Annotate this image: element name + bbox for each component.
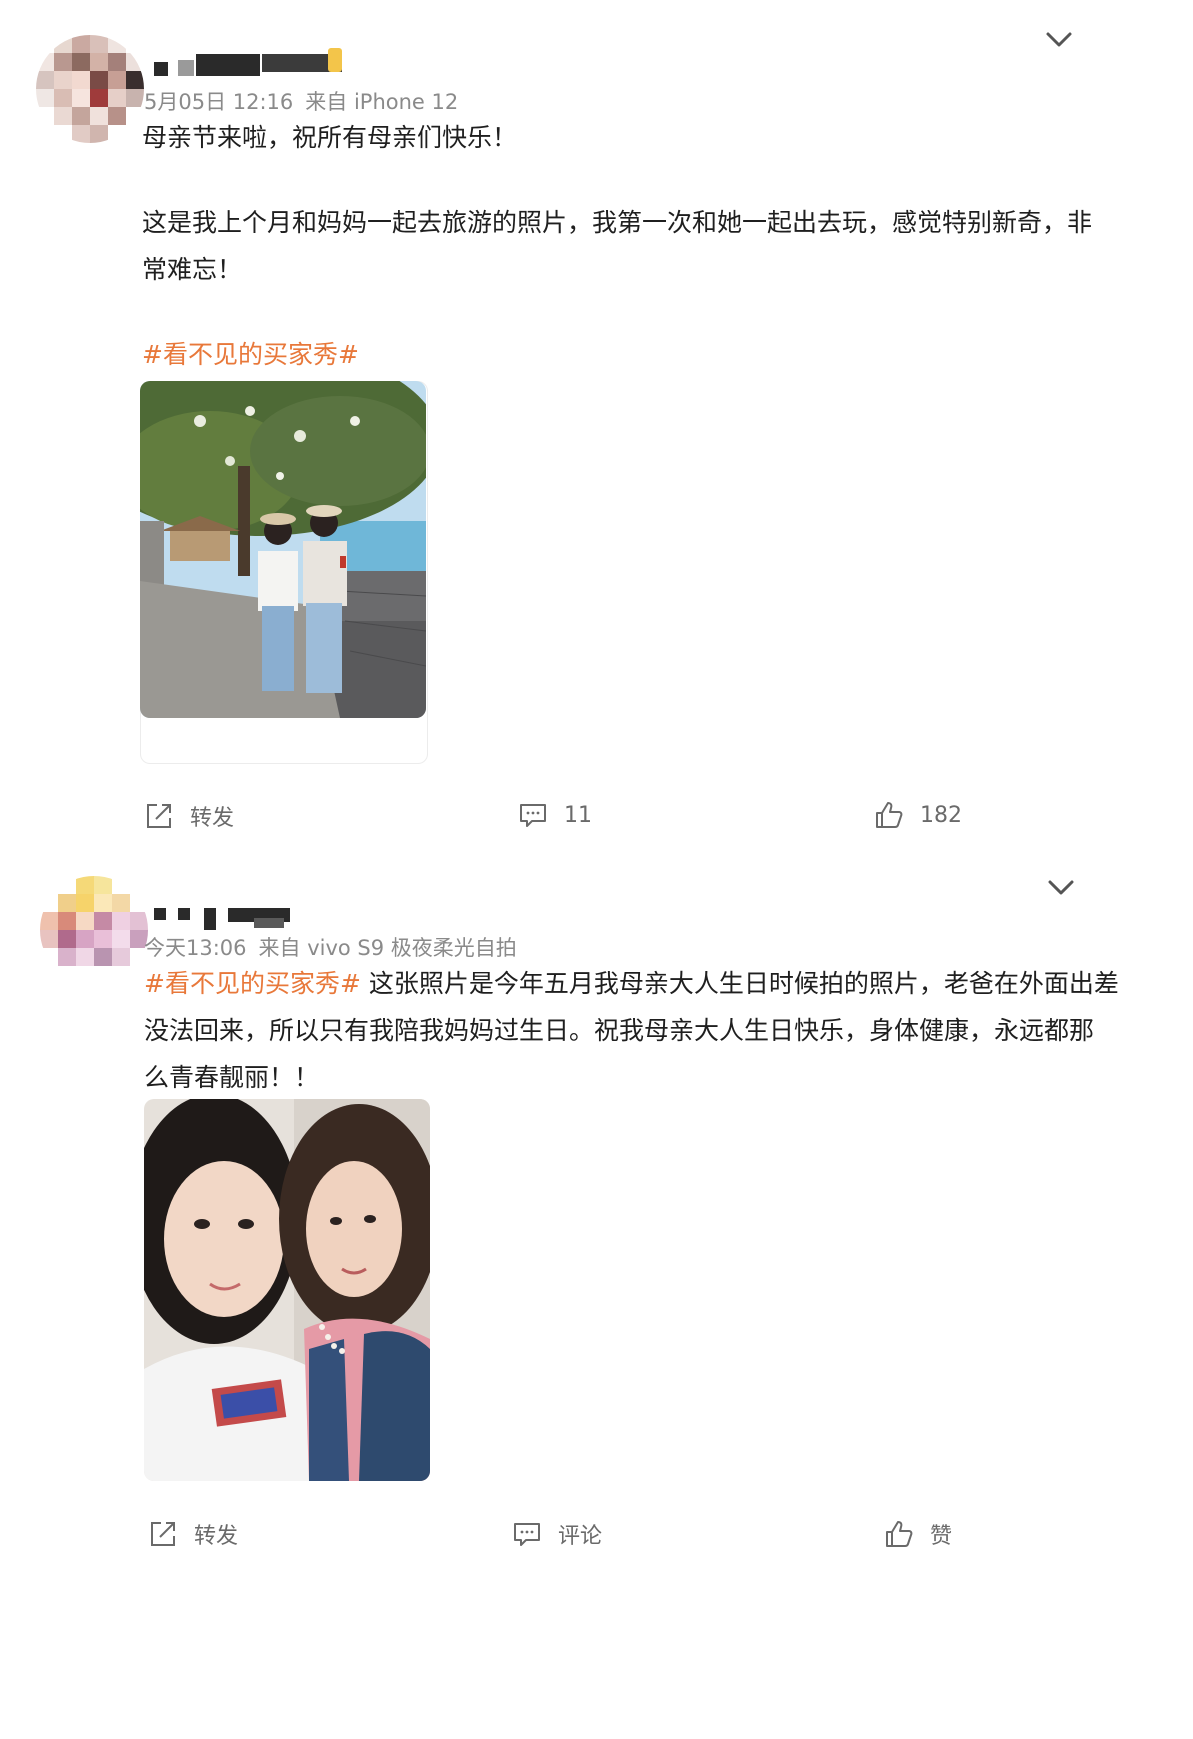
thumbs-up-icon [886, 1521, 913, 1547]
hashtag-link[interactable]: #看不见的买家秀# [142, 331, 1152, 378]
like-button[interactable]: 182 [874, 800, 962, 830]
post-photo[interactable] [140, 381, 426, 718]
comment-count: 11 [564, 802, 592, 828]
post-meta: 5月05日 12:16 来自 iPhone 12 [144, 86, 470, 116]
comment-button[interactable]: 评论 [512, 1518, 602, 1550]
like-label: 赞 [930, 1524, 953, 1549]
text-line: 母亲节来啦，祝所有母亲们快乐！ [142, 123, 518, 152]
repost-label: 转发 [190, 806, 235, 831]
avatar[interactable] [40, 876, 148, 984]
like-count: 182 [920, 802, 962, 828]
post-time: 5月05日 12:16 [144, 90, 294, 114]
repost-icon [147, 804, 171, 828]
comment-button[interactable]: 11 [518, 800, 592, 830]
avatar[interactable] [36, 35, 144, 143]
post-source: 来自 iPhone 12 [305, 90, 459, 114]
text-line: #看不见的买家秀# 这张照片是今年五月我母亲大人生日时候拍的照片，老爸在外面出差 [144, 960, 1174, 1007]
repost-label: 转发 [194, 1524, 239, 1549]
username[interactable] [150, 894, 300, 934]
hashtag-link[interactable]: #看不见的买家秀# [144, 969, 361, 998]
post-card: 今天13:06 来自 vivo S9 极夜柔光自拍 #看不见的买家秀# 这张照片是… [0, 876, 1193, 1739]
chevron-down-icon[interactable] [1042, 22, 1076, 56]
username[interactable] [150, 46, 350, 86]
repost-button[interactable]: 转发 [148, 1518, 238, 1550]
comment-icon [514, 1523, 540, 1546]
text-first: 这张照片是今年五月我母亲大人生日时候拍的照片，老爸在外面出差 [368, 969, 1119, 998]
chevron-down-icon[interactable] [1044, 870, 1078, 904]
text-line: 没法回来，所以只有我陪我妈妈过生日。祝我母亲大人生日快乐，身体健康，永远都那 [144, 1016, 1095, 1045]
post-text: 母亲节来啦，祝所有母亲们快乐！ 这是我上个月和妈妈一起去旅游的照片，我第一次和她… [142, 114, 1152, 378]
text-line: 么青春靓丽！！ [144, 1063, 320, 1092]
repost-icon [151, 1522, 175, 1546]
text-line: 常难忘！ [142, 255, 243, 284]
comment-label: 评论 [558, 1524, 603, 1549]
comment-icon [520, 804, 546, 827]
photo-mother-daughter-selfie [144, 1099, 430, 1481]
text-line: 这是我上个月和妈妈一起去旅游的照片，我第一次和她一起出去玩，感觉特别新奇，非 [142, 208, 1093, 237]
post-source: 来自 vivo S9 极夜柔光自拍 [258, 936, 517, 960]
repost-button[interactable]: 转发 [144, 800, 234, 832]
post-time: 今天13:06 [144, 936, 247, 960]
photo-two-women-lakeside [140, 381, 426, 718]
post-meta: 今天13:06 来自 vivo S9 极夜柔光自拍 [144, 932, 529, 962]
thumbs-up-icon [876, 802, 903, 828]
post-text: #看不见的买家秀# 这张照片是今年五月我母亲大人生日时候拍的照片，老爸在外面出差… [144, 960, 1174, 1101]
post-card: 5月05日 12:16 来自 iPhone 12 母亲节来啦，祝所有母亲们快乐！ … [0, 0, 1193, 930]
like-button[interactable]: 赞 [884, 1518, 952, 1550]
post-photo[interactable] [144, 1099, 430, 1481]
